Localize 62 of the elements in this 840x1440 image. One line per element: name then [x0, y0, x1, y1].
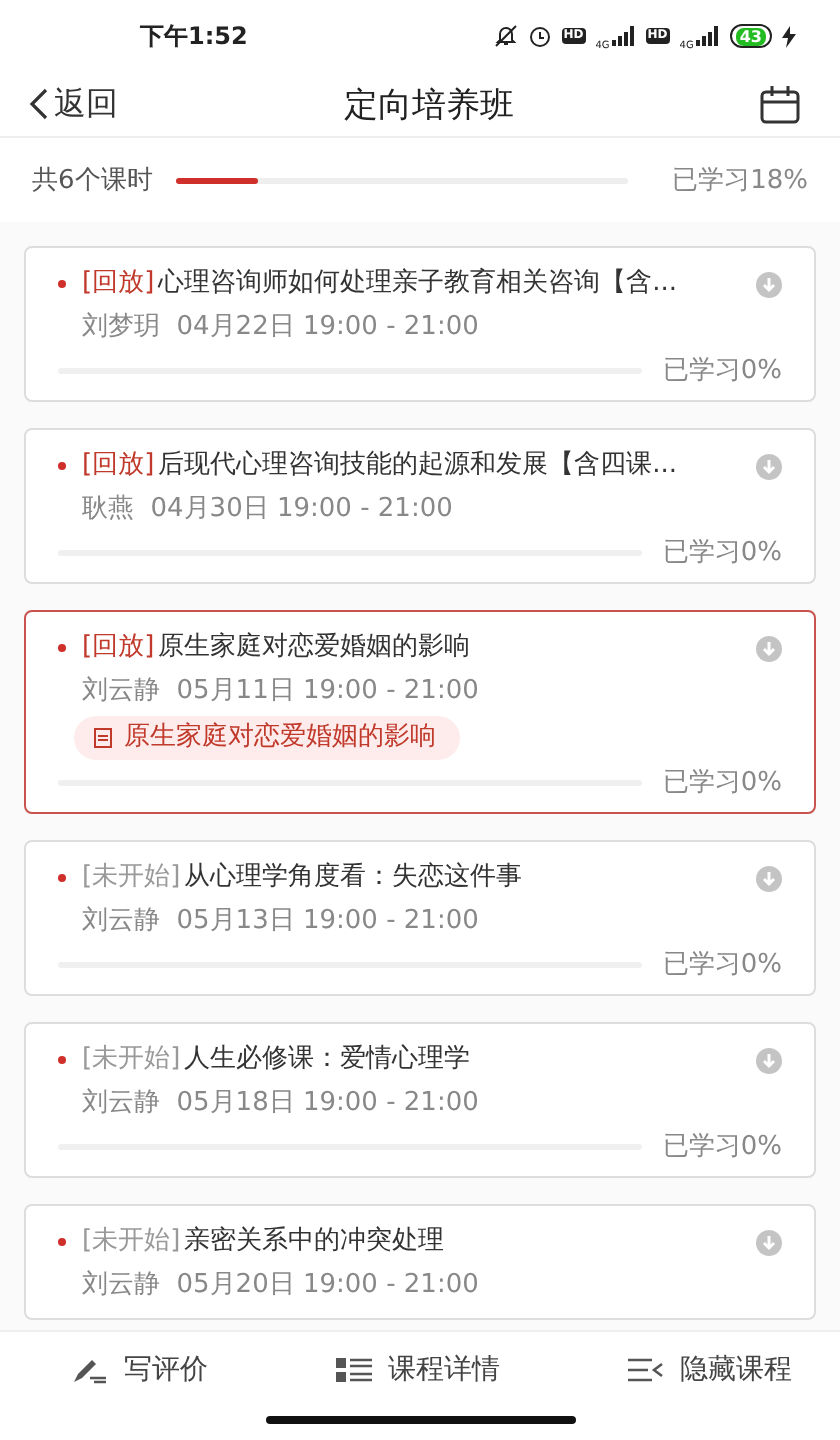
bullet-dot: [58, 874, 66, 882]
lesson-card[interactable]: [未开始]亲密关系中的冲突处理 刘云静 05月20日 19:00 - 21:00: [24, 1204, 816, 1320]
download-icon[interactable]: [756, 453, 782, 479]
pen-icon: [72, 1356, 108, 1384]
status-tag: [回放]: [82, 446, 155, 486]
progress-reading: 已学习0%: [662, 354, 782, 388]
lesson-title: 后现代心理咨询技能的起源和发展【含四课...: [158, 448, 680, 484]
lesson-chip[interactable]: 原生家庭对恋爱婚姻的影响: [74, 716, 460, 760]
status-tag: [未开始]: [82, 1222, 181, 1262]
lesson-card[interactable]: [未开始]人生必修课：爱情心理学 刘云静 05月18日 19:00 - 21:00 已学习0%: [24, 1022, 816, 1178]
back-button[interactable]: 返回: [28, 83, 118, 125]
bell-off-icon: [493, 24, 518, 48]
lesson-info: 刘云静 05月13日 19:00 - 21:00: [80, 904, 481, 940]
list-icon: [336, 1356, 372, 1384]
download-icon[interactable]: [756, 1229, 782, 1255]
signal-icon: [611, 26, 636, 46]
lesson-info: 刘云静 05月11日 19:00 - 21:00: [80, 674, 481, 710]
progress-reading: 已学习0%: [662, 1130, 782, 1164]
download-icon[interactable]: [756, 1047, 782, 1073]
progress-reading: 已学习18%: [672, 164, 808, 198]
download-icon[interactable]: [756, 635, 782, 661]
page-title: 定向培养班: [342, 83, 516, 127]
lesson-title: 从心理学角度看：失恋这件事: [184, 860, 525, 896]
progress-reading: 已学习0%: [662, 766, 782, 800]
status-tag: [未开始]: [82, 1040, 181, 1080]
status-tag: [未开始]: [82, 858, 181, 898]
lesson-title: 亲密关系中的冲突处理: [184, 1224, 447, 1260]
lesson-info: 耿燕 04月30日 19:00 - 21:00: [80, 492, 455, 528]
status-tag: [回放]: [82, 628, 155, 668]
document-icon: [94, 728, 112, 748]
progress-reading: 已学习0%: [662, 948, 782, 982]
status-tag: [回放]: [82, 264, 155, 304]
lesson-card[interactable]: [未开始]从心理学角度看：失恋这件事 刘云静 05月13日 19:00 - 21:00 已学习0%: [24, 840, 816, 996]
signal-icon: [695, 26, 720, 46]
bullet-dot: [58, 1056, 66, 1064]
lesson-count: 共6个课时: [32, 164, 153, 198]
bottom-bar-button[interactable]: 隐藏课程: [628, 1352, 792, 1388]
lesson-title: 心理咨询师如何处理亲子教育相关咨询【含...: [158, 265, 680, 302]
chevron-left-icon: [28, 88, 48, 120]
calendar-icon[interactable]: [760, 85, 800, 123]
bullet-dot: [58, 462, 66, 470]
progress-reading: 已学习0%: [662, 536, 782, 570]
lesson-title: 原生家庭对恋爱婚姻的影响: [158, 630, 473, 666]
lesson-info: 刘云静 05月20日 19:00 - 21:00: [80, 1268, 481, 1304]
bottom-bar-button[interactable]: 课程详情: [336, 1352, 500, 1388]
lesson-card[interactable]: [回放]原生家庭对恋爱婚姻的影响 刘云静 05月11日 19:00 - 21:00 原生家庭对恋爱婚姻的影响 已学习0%: [24, 610, 816, 814]
lesson-info: 刘梦玥 04月22日 19:00 - 21:00: [80, 310, 481, 346]
bullet-dot: [58, 1238, 66, 1246]
lesson-card[interactable]: [回放]心理咨询师如何处理亲子教育相关咨询【含... 刘梦玥 04月22日 19:00 - 21:00 已学习0%: [24, 246, 816, 402]
clock-time: 下午1:52: [140, 19, 248, 53]
bottom-bar-button[interactable]: 写评价: [72, 1352, 208, 1388]
bullet-dot: [58, 280, 66, 288]
lesson-info: 刘云静 05月18日 19:00 - 21:00: [80, 1086, 481, 1122]
collapse-icon: [628, 1356, 664, 1384]
lesson-card[interactable]: [回放]后现代心理咨询技能的起源和发展【含四课... 耿燕 04月30日 19:00 - 21:00 已学习0%: [24, 428, 816, 584]
battery-level: 43: [735, 27, 766, 45]
bullet-dot: [58, 644, 66, 652]
alarm-icon: [527, 24, 552, 48]
download-icon[interactable]: [756, 865, 782, 891]
lesson-title: 人生必修课：爱情心理学: [184, 1042, 473, 1078]
charging-icon: [782, 25, 796, 47]
download-icon[interactable]: [756, 271, 782, 297]
